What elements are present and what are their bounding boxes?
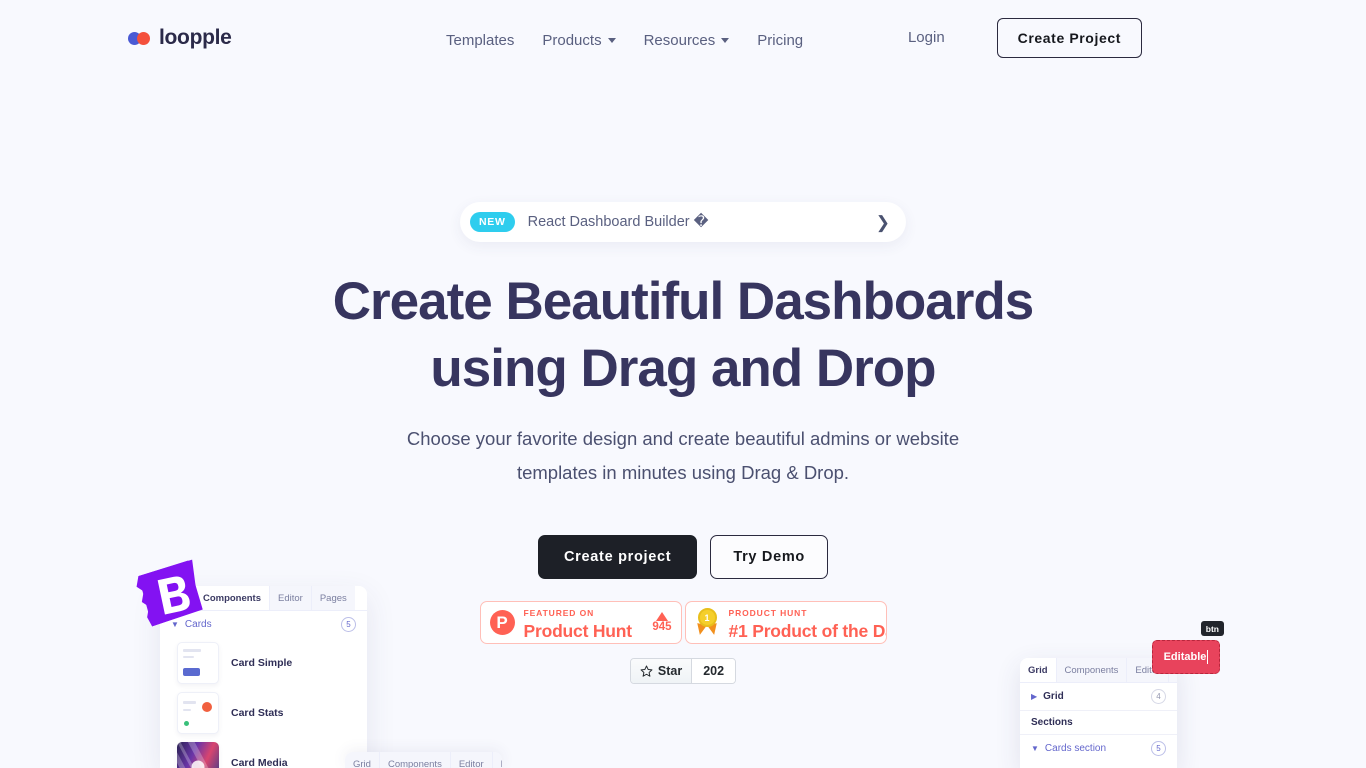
hero-title-line2: using Drag and Drop (430, 339, 936, 398)
primary-nav: Templates Products Resources Pricing (432, 26, 817, 56)
page-title: Create Beautiful Dashboards using Drag a… (0, 268, 1366, 402)
hero-subtitle-line2: templates in minutes using Drag & Drop. (516, 462, 850, 483)
nav-item-resources[interactable]: Resources (630, 26, 744, 56)
announcement-text: React Dashboard Builder � (527, 214, 709, 230)
gold-medal-icon: 1 (694, 608, 720, 637)
chevron-right-icon: ❯ (875, 212, 890, 232)
triangle-up-icon (655, 611, 668, 621)
panel-bottom-tabs: Grid Components Editor Pages (345, 752, 502, 768)
create-project-cta-button[interactable]: Create project (538, 535, 698, 579)
new-badge: NEW (470, 212, 515, 232)
nav-label-templates: Templates (446, 32, 515, 49)
nav-item-pricing[interactable]: Pricing (743, 26, 817, 56)
navbar: loopple Templates Products Resources Pri… (0, 0, 1366, 76)
thumb-circle-icon (202, 702, 212, 712)
create-project-button[interactable]: Create Project (996, 18, 1142, 58)
tab-grid[interactable]: Grid (345, 752, 380, 768)
list-item-label: Card Media (231, 757, 288, 768)
list-item[interactable]: Card Media (160, 738, 367, 768)
tab-editor[interactable]: Editor (450, 752, 493, 768)
card-stats-thumb (177, 692, 219, 734)
play-icon (191, 760, 205, 768)
nav-label-pricing: Pricing (757, 32, 804, 49)
try-demo-button[interactable]: Try Demo (710, 535, 828, 579)
nav-item-products[interactable]: Products (528, 26, 629, 56)
hero-cta-group: Create project Try Demo (0, 535, 1366, 579)
tab-pages[interactable]: Pages (492, 752, 502, 768)
navbar-actions: Login Create Project (894, 17, 1142, 59)
product-hunt-p-icon: P (489, 610, 515, 635)
chevron-down-icon (721, 38, 730, 43)
tree-count-grid: 4 (1151, 689, 1166, 704)
sections-header: Sections (1020, 711, 1177, 734)
tree-label-cards-section: Cards section (1044, 743, 1107, 754)
github-star-wrap[interactable]: Star 202 (629, 658, 737, 684)
github-star-widget: Star 202 (0, 658, 1366, 684)
tree-count-cards-section: 5 (1151, 741, 1166, 756)
tree-row-cards-left: ▼ Cards section (1031, 743, 1106, 754)
product-hunt-featured-text: FEATURED ON Product Hunt (524, 603, 652, 642)
chevron-right-icon: ▶ (1031, 691, 1038, 701)
chevron-down-icon: ▼ (1031, 743, 1039, 753)
tree-label-grid: Grid (1043, 691, 1064, 702)
github-star-count[interactable]: 202 (692, 659, 736, 683)
nav-item-templates[interactable]: Templates (432, 26, 528, 56)
login-link[interactable]: Login (894, 17, 959, 59)
announcement-banner[interactable]: NEW React Dashboard Builder � ❯ (460, 202, 906, 242)
brand-dot-red-icon (137, 31, 150, 45)
tree-row-grid[interactable]: ▶ Grid 4 (1020, 683, 1177, 710)
product-hunt-product-of-the-day-badge[interactable]: 1 PRODUCT HUNT #1 Product of the Day (684, 601, 887, 644)
list-item[interactable]: Card Stats (160, 688, 367, 738)
tree-row-cards-section[interactable]: ▼ Cards section 5 (1020, 735, 1177, 762)
product-hunt-vote-count: 945 (652, 620, 672, 633)
hero-title-line1: Create Beautiful Dashboards (332, 272, 1034, 331)
sections-header-label: Sections (1031, 717, 1073, 728)
product-of-the-day-text: PRODUCT HUNT #1 Product of the Day (728, 603, 886, 642)
product-hunt-featured-badge[interactable]: P FEATURED ON Product Hunt 945 (479, 601, 682, 644)
thumb-dot-icon (184, 721, 189, 726)
product-of-the-day-kicker: PRODUCT HUNT (728, 608, 808, 618)
card-media-thumb (177, 742, 219, 768)
loopple-mark-icon (128, 31, 152, 45)
brand-logo[interactable]: loopple (128, 26, 232, 50)
chevron-down-icon (607, 38, 616, 43)
product-hunt-vote-group: 945 (652, 611, 672, 634)
hero-subtitle: Choose your favorite design and create b… (0, 422, 1366, 490)
hero-subtitle-line1: Choose your favorite design and create b… (406, 428, 960, 449)
star-outline-icon (640, 664, 653, 677)
github-star-label: Star (657, 664, 683, 678)
tab-components[interactable]: Components (379, 752, 451, 768)
github-star-button[interactable]: Star (630, 659, 693, 683)
builder-panel-bottom: Grid Components Editor Pages (345, 752, 502, 768)
product-of-the-day-title: #1 Product of the Day (728, 621, 886, 641)
product-hunt-badges: P FEATURED ON Product Hunt 945 1 PRODUCT… (0, 601, 1366, 644)
list-item-label: Card Stats (231, 707, 284, 719)
medal-disc-number: 1 (697, 608, 717, 627)
tree-row-grid-left: ▶ Grid (1031, 691, 1064, 702)
product-hunt-title: Product Hunt (523, 621, 633, 641)
nav-label-resources: Resources (643, 32, 716, 49)
product-hunt-kicker: FEATURED ON (523, 608, 595, 618)
brand-name: loopple (159, 26, 232, 49)
nav-label-products: Products (542, 32, 602, 49)
